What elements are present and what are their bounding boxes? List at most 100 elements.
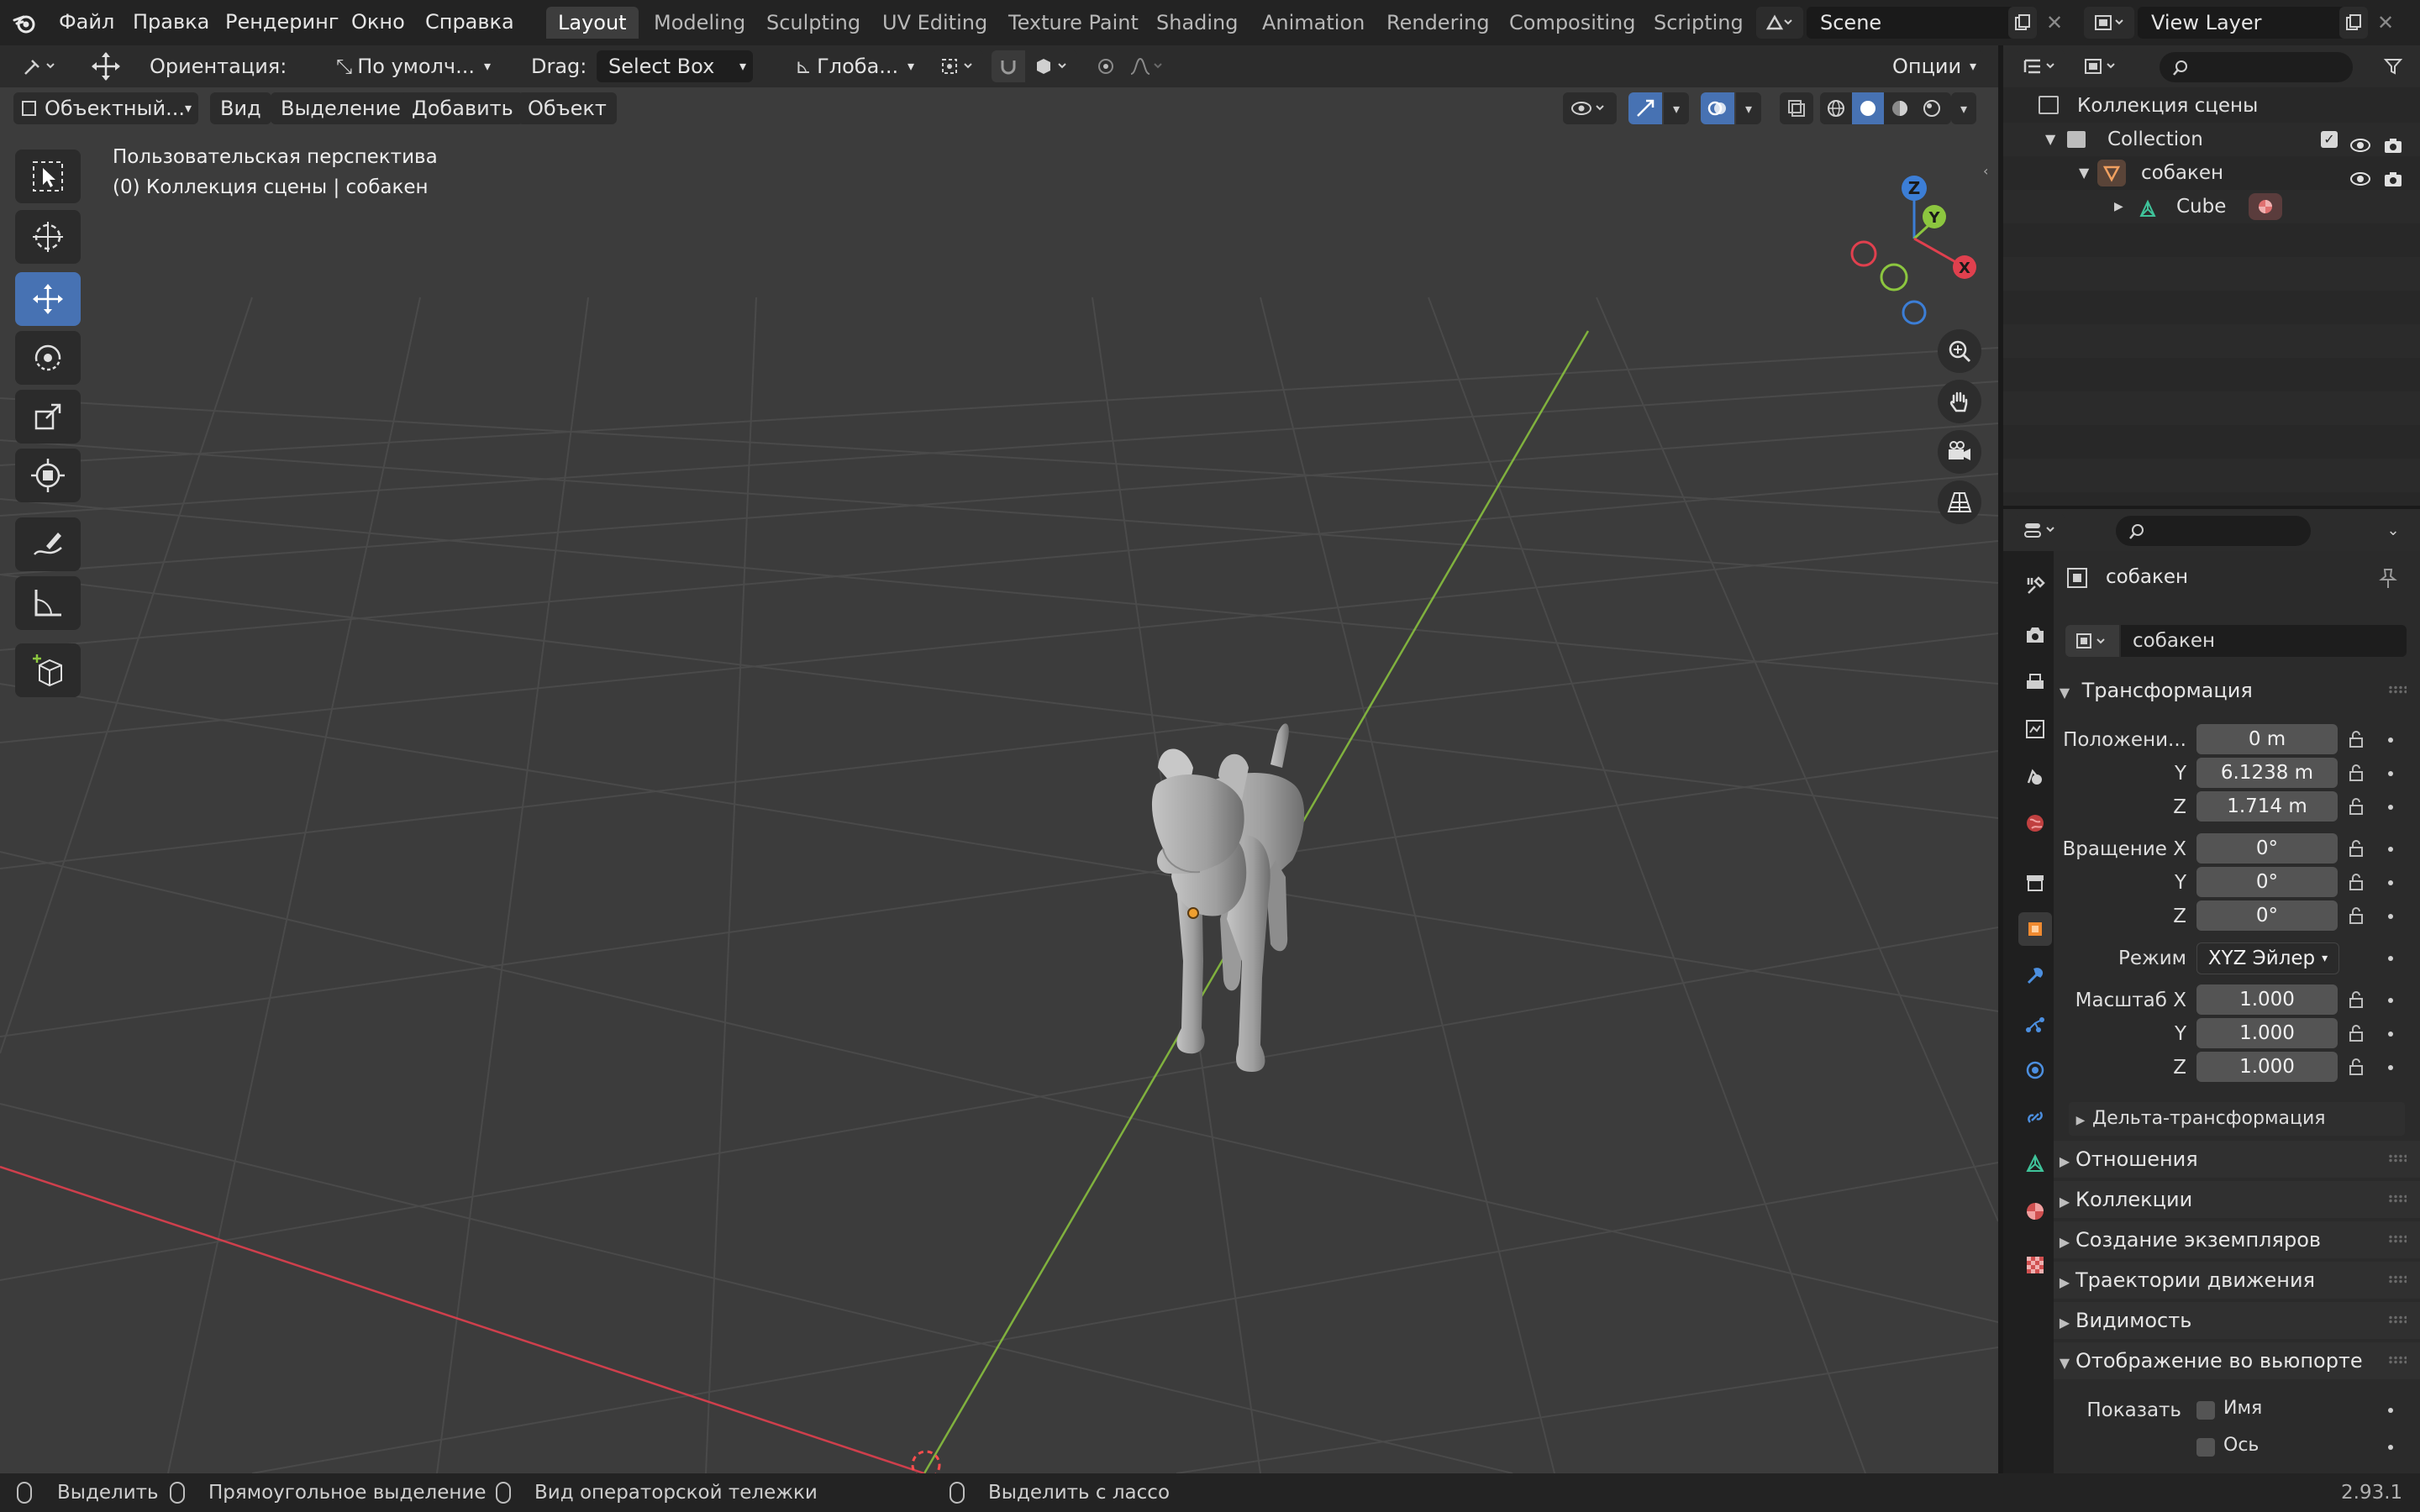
object-name-field[interactable]: собакен (2121, 625, 2407, 657)
lock-icon[interactable] (2348, 991, 2365, 1008)
filter-icon[interactable] (2376, 50, 2410, 82)
outliner-row-scene-collection[interactable]: Коллекция сцены (2003, 89, 2420, 123)
location-y-field[interactable]: 6.1238 m (2196, 758, 2338, 788)
tab-texture-paint[interactable]: Texture Paint (997, 7, 1150, 39)
rotate-tool[interactable] (15, 331, 81, 385)
move-tool[interactable] (15, 272, 81, 326)
constraints-tab-icon[interactable] (2018, 1100, 2052, 1134)
modifier-tab-icon[interactable] (2018, 959, 2052, 993)
keyframe-dot[interactable] (2388, 914, 2393, 919)
keyframe-dot[interactable] (2388, 847, 2393, 852)
menu-select[interactable]: Выделение (271, 92, 411, 124)
camera-view-icon[interactable] (1938, 430, 1981, 474)
perspective-grid-icon[interactable] (1938, 480, 1981, 524)
render-tab-icon[interactable] (2018, 618, 2052, 652)
outliner-row-object[interactable]: ▼ собакен (2003, 156, 2420, 190)
shading-dropdown-icon[interactable]: ▾ (1951, 92, 1976, 124)
dog-model[interactable] (1076, 709, 1328, 1146)
motion-paths-panel-header[interactable]: ▶ Траектории движения (2054, 1262, 2420, 1299)
view-layer-tab-icon[interactable] (2018, 712, 2052, 746)
tab-shading[interactable]: Shading (1144, 7, 1250, 39)
keyframe-dot[interactable] (2388, 1065, 2393, 1070)
material-preview-icon[interactable] (1884, 92, 1916, 124)
overlays-dropdown-icon[interactable]: ▾ (1736, 92, 1761, 124)
keyframe-dot[interactable] (2388, 1445, 2393, 1450)
keyframe-dot[interactable] (2388, 738, 2393, 743)
view-layer-name-field[interactable]: View Layer (2138, 7, 2349, 39)
navigation-gizmo[interactable]: Z Y X (1840, 146, 1983, 339)
exclude-checkbox[interactable]: ✓ (2321, 131, 2338, 148)
blender-logo-icon[interactable] (12, 10, 37, 35)
orientation-dropdown[interactable]: ⤡ По умолч... ▾ (329, 50, 497, 82)
menu-edit[interactable]: Правка (133, 0, 209, 45)
object-browse-icon[interactable] (2065, 625, 2119, 657)
object-tab-icon[interactable] (2018, 912, 2052, 946)
mode-dropdown[interactable]: Объектный... ▾ (13, 92, 198, 124)
rotation-x-field[interactable]: 0° (2196, 833, 2338, 864)
proportional-editing-icon[interactable] (1089, 50, 1123, 82)
drag-grip-icon[interactable] (2388, 685, 2407, 694)
snap-icon[interactable] (992, 50, 1025, 82)
keyframe-dot[interactable] (2388, 998, 2393, 1003)
outliner-row-mesh[interactable]: ▶ Cube (2003, 190, 2420, 223)
zoom-icon[interactable] (1938, 329, 1981, 373)
show-name-checkbox[interactable] (2196, 1401, 2215, 1420)
data-tab-icon[interactable] (2018, 1147, 2052, 1181)
lock-icon[interactable] (2348, 840, 2365, 857)
solid-shading-icon[interactable] (1852, 92, 1884, 124)
lock-icon[interactable] (2348, 1058, 2365, 1075)
delete-scene-icon[interactable]: ✕ (2040, 7, 2069, 39)
gizmo-dropdown-icon[interactable]: ▾ (1664, 92, 1689, 124)
show-axis-checkbox[interactable] (2196, 1438, 2215, 1457)
transform-tool[interactable] (15, 449, 81, 502)
location-x-field[interactable]: 0 m (2196, 724, 2338, 754)
collection-tab-icon[interactable] (2018, 865, 2052, 899)
tab-modeling[interactable]: Modeling (642, 7, 757, 39)
menu-render[interactable]: Рендеринг (225, 0, 339, 45)
lock-icon[interactable] (2348, 731, 2365, 748)
tab-compositing[interactable]: Compositing (1497, 7, 1647, 39)
keyframe-dot[interactable] (2388, 880, 2393, 885)
transform-orientation-dropdown[interactable]: ⊾ Глоба... ▾ (788, 50, 919, 82)
tool-icon[interactable] (13, 50, 66, 82)
visibility-icon[interactable] (1563, 92, 1617, 124)
scene-selector-icon[interactable] (1756, 7, 1803, 39)
location-z-field[interactable]: 1.714 m (2196, 791, 2338, 822)
new-scene-icon[interactable] (2008, 7, 2037, 39)
tab-sculpting[interactable]: Sculpting (755, 7, 872, 39)
collapse-sidebar-icon[interactable]: ‹ (1983, 163, 1998, 179)
material-tab-icon[interactable] (2018, 1194, 2052, 1228)
tab-layout[interactable]: Layout (546, 7, 639, 39)
rotation-y-field[interactable]: 0° (2196, 867, 2338, 897)
editor-type-icon[interactable] (2015, 50, 2065, 82)
output-tab-icon[interactable] (2018, 665, 2052, 699)
keyframe-dot[interactable] (2388, 956, 2393, 961)
drag-select-dropdown[interactable]: Select Box ▾ (597, 50, 753, 82)
texture-tab-icon[interactable] (2018, 1248, 2052, 1282)
collections-panel-header[interactable]: ▶ Коллекции (2054, 1181, 2420, 1218)
editor-type-icon[interactable] (2015, 514, 2065, 546)
expand-arrow-icon[interactable]: ▼ (2045, 123, 2055, 156)
keyframe-dot[interactable] (2388, 1032, 2393, 1037)
scale-tool[interactable] (15, 390, 81, 444)
lock-icon[interactable] (2348, 798, 2365, 815)
rotation-z-field[interactable]: 0° (2196, 900, 2338, 931)
drag-grip-icon[interactable] (2388, 1275, 2407, 1284)
scale-z-field[interactable]: 1.000 (2196, 1052, 2338, 1082)
lock-icon[interactable] (2348, 1025, 2365, 1042)
menu-help[interactable]: Справка (425, 0, 514, 45)
menu-add[interactable]: Добавить (402, 92, 523, 124)
proportional-falloff-icon[interactable] (1124, 50, 1171, 82)
scale-y-field[interactable]: 1.000 (2196, 1018, 2338, 1048)
tab-animation[interactable]: Animation (1250, 7, 1376, 39)
material-icon[interactable] (2249, 193, 2282, 220)
menu-view[interactable]: Вид (210, 92, 271, 124)
add-cube-tool[interactable] (15, 643, 81, 697)
cursor-tool[interactable] (15, 210, 81, 264)
viewport-display-panel-header[interactable]: ▼ Отображение во вьюпорте (2054, 1342, 2420, 1379)
drag-grip-icon[interactable] (2388, 1315, 2407, 1324)
select-box-tool[interactable] (15, 150, 81, 203)
drag-grip-icon[interactable] (2388, 1154, 2407, 1163)
options-chevron-icon[interactable]: ⌄ (2376, 514, 2410, 546)
outliner-row-collection[interactable]: ▼ Collection ✓ (2003, 123, 2420, 156)
